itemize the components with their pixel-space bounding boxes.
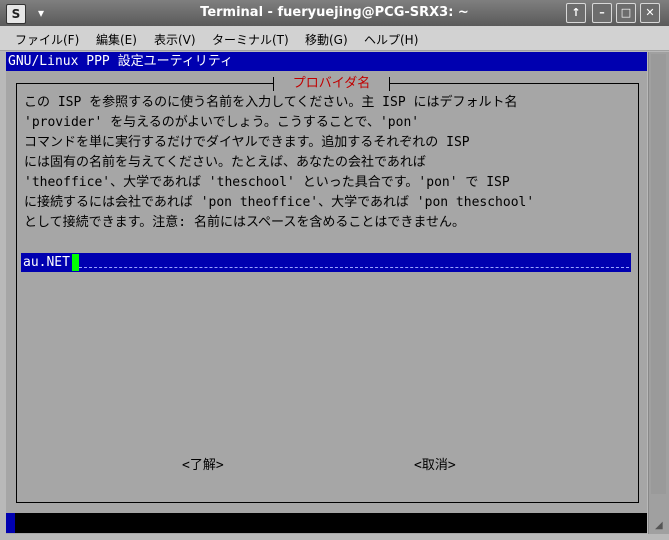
menu-file[interactable]: ファイル(F) bbox=[15, 31, 79, 48]
dialog-frame-top-right bbox=[390, 83, 638, 84]
maximize-icon[interactable]: □ bbox=[616, 3, 636, 23]
cancel-button[interactable]: <取消> bbox=[414, 454, 456, 473]
window-titlebar: S ▾ Terminal - fueryuejing@PCG-SRX3: ~ ↑… bbox=[0, 0, 669, 26]
utility-title: GNU/Linux PPP 設定ユーティリティ bbox=[6, 52, 647, 71]
scrollbar-thumb[interactable] bbox=[651, 54, 666, 494]
description-line: として接続できます。注意: 名前にはスペースを含めることはできません。 bbox=[24, 215, 466, 230]
menu-view[interactable]: 表示(V) bbox=[154, 31, 196, 48]
input-fill-line bbox=[79, 267, 629, 268]
vertical-scrollbar[interactable]: ◢ bbox=[648, 52, 669, 534]
provider-name-value: au.NET bbox=[23, 255, 70, 270]
dialog-caption: プロバイダ名 bbox=[273, 74, 390, 93]
menu-bar: ファイル(F) 編集(E) 表示(V) ターミナル(T) 移動(G) ヘルプ(H… bbox=[0, 26, 669, 51]
status-cursor-block bbox=[6, 513, 15, 533]
text-cursor bbox=[72, 254, 79, 271]
raise-window-icon[interactable]: ↑ bbox=[566, 3, 586, 23]
menu-go[interactable]: 移動(G) bbox=[305, 31, 348, 48]
description-line: には固有の名前を与えてください。たとえば、あなたの会社であれば bbox=[24, 155, 426, 170]
description-line: 'theoffice'、大学であれば 'theschool' といった具合です。… bbox=[24, 175, 510, 190]
description-line: コマンドを単に実行するだけでダイヤルできます。追加するそれぞれの ISP bbox=[24, 135, 470, 150]
menu-help[interactable]: ヘルプ(H) bbox=[364, 31, 418, 48]
dialog-frame-top-left bbox=[16, 83, 273, 84]
terminal-area[interactable]: GNU/Linux PPP 設定ユーティリティ プロバイダ名 この ISP を参… bbox=[6, 52, 647, 534]
menu-terminal[interactable]: ターミナル(T) bbox=[212, 31, 289, 48]
description-line: この ISP を参照するのに使う名前を入力してください。主 ISP にはデフォル… bbox=[24, 95, 518, 110]
description-line: に接続するには会社であれば 'pon theoffice'、大学であれば 'po… bbox=[24, 195, 535, 210]
ok-button[interactable]: <了解> bbox=[182, 454, 224, 473]
terminal-status-line bbox=[6, 513, 647, 533]
dialog-description: この ISP を参照するのに使う名前を入力してください。主 ISP にはデフォル… bbox=[24, 93, 636, 233]
resize-grip-icon[interactable]: ◢ bbox=[655, 520, 667, 532]
close-icon[interactable]: ✕ bbox=[640, 3, 660, 23]
provider-name-input[interactable]: au.NET bbox=[21, 253, 631, 272]
description-line: 'provider' を与えるのがよいでしょう。こうすることで、'pon' bbox=[24, 115, 420, 130]
menu-edit[interactable]: 編集(E) bbox=[96, 31, 137, 48]
minimize-icon[interactable]: – bbox=[592, 3, 612, 23]
